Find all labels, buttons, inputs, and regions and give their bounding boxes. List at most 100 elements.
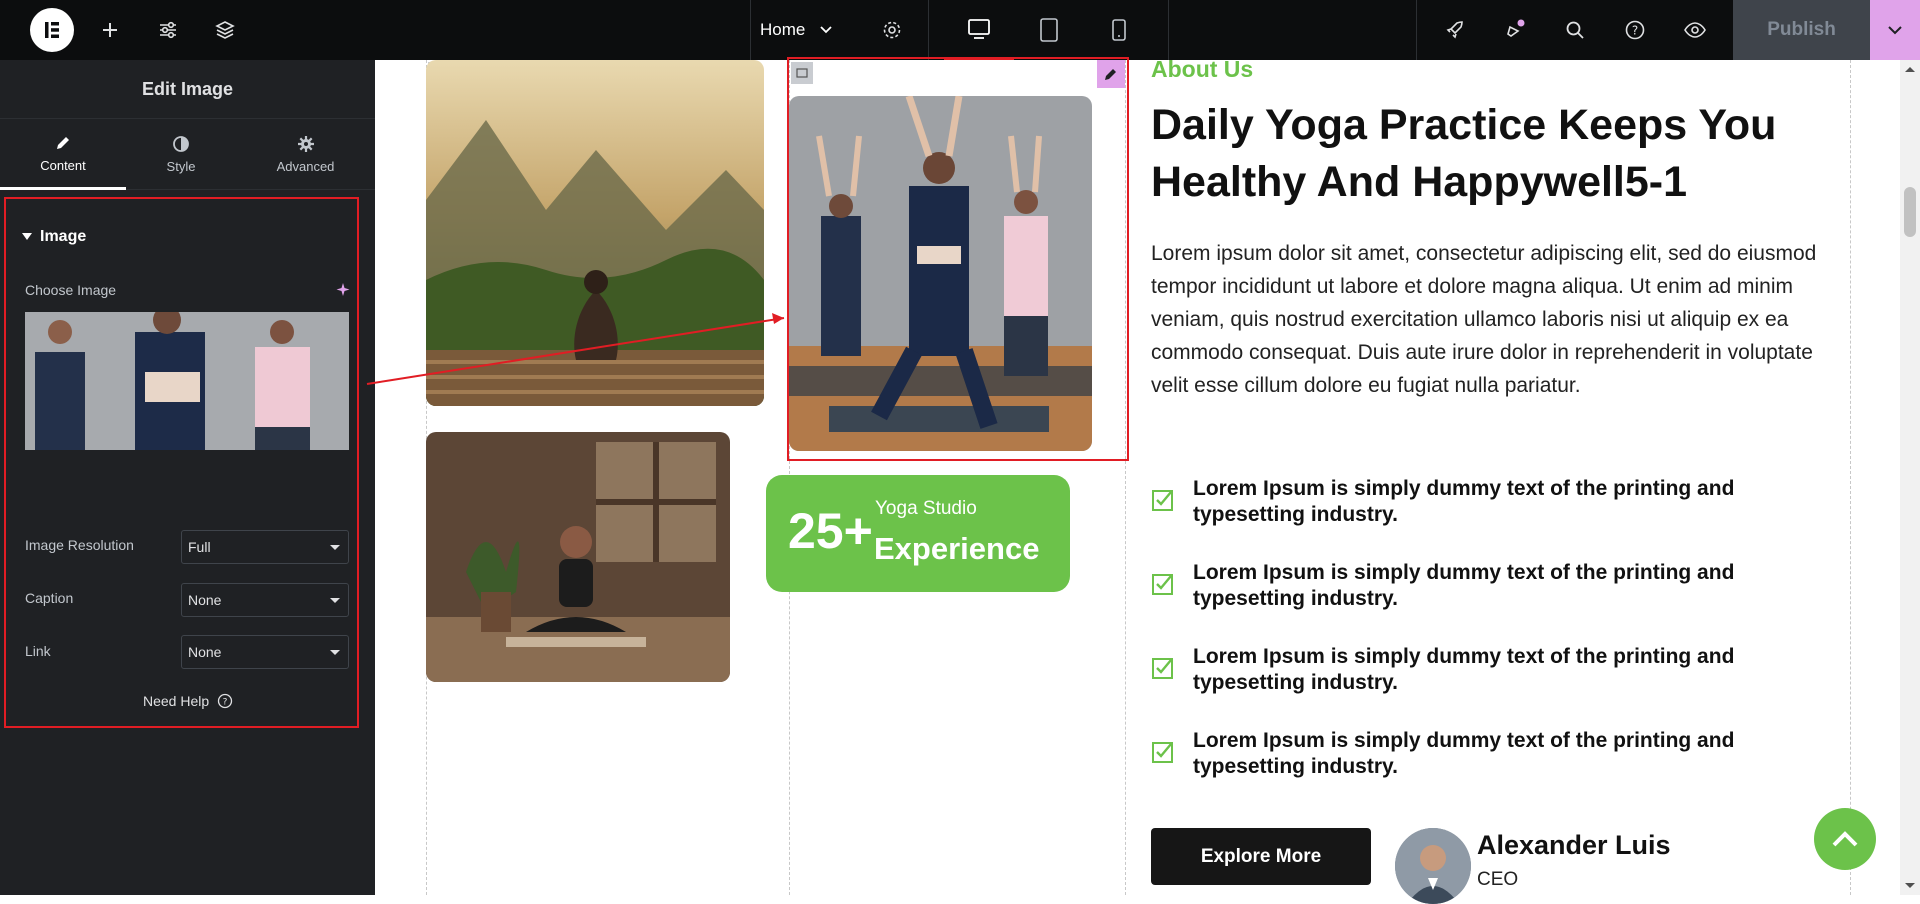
link-label: Link bbox=[25, 643, 51, 659]
checkbox-icon bbox=[1152, 658, 1173, 679]
section-title: Image bbox=[40, 228, 87, 245]
list-item: Lorem Ipsum is simply dummy text of the … bbox=[1151, 560, 1851, 612]
help-button[interactable]: ? bbox=[1615, 10, 1655, 50]
explore-more-button[interactable]: Explore More bbox=[1151, 828, 1371, 885]
tab-label: Content bbox=[40, 157, 86, 173]
tab-advanced[interactable]: Advanced bbox=[236, 119, 375, 190]
chevron-up-icon bbox=[1832, 831, 1858, 847]
page-selector[interactable]: Home bbox=[760, 10, 880, 50]
publish-button[interactable]: Publish bbox=[1733, 0, 1870, 60]
experience-badge: 25+ Yoga Studio Experience bbox=[766, 475, 1070, 592]
structure-button[interactable] bbox=[205, 10, 245, 50]
elementor-logo-icon[interactable] bbox=[30, 8, 74, 52]
avatar bbox=[1395, 828, 1471, 904]
page-name: Home bbox=[760, 20, 806, 39]
checkbox-icon bbox=[1152, 490, 1173, 511]
caption-label: Caption bbox=[25, 590, 74, 606]
page-settings-button[interactable] bbox=[872, 10, 912, 50]
publish-options-button[interactable] bbox=[1870, 0, 1920, 60]
about-label: About Us bbox=[1151, 56, 1254, 82]
divider bbox=[1168, 0, 1169, 60]
page-settings-icon bbox=[883, 21, 901, 39]
divider bbox=[1416, 0, 1417, 60]
finder-button[interactable] bbox=[1555, 10, 1595, 50]
caret-down-icon bbox=[330, 650, 340, 655]
chevron-down-icon bbox=[1888, 26, 1902, 35]
editor-topbar: Home ? Publish bbox=[0, 0, 1920, 60]
checkbox-icon bbox=[1152, 742, 1173, 763]
tablet-view-button[interactable] bbox=[1014, 0, 1084, 60]
svg-text:?: ? bbox=[223, 698, 228, 708]
list-item-text: Lorem Ipsum is simply dummy text of the … bbox=[1193, 561, 1735, 610]
caret-down-icon bbox=[22, 233, 32, 240]
need-help-link[interactable]: Need Help ? bbox=[143, 693, 233, 709]
svg-text:?: ? bbox=[1632, 24, 1638, 38]
image-resolution-label: Image Resolution bbox=[25, 537, 134, 553]
pencil-icon bbox=[1105, 69, 1116, 80]
settings-sliders-icon bbox=[160, 21, 176, 39]
intro-paragraph: Lorem ipsum dolor sit amet, consectetur … bbox=[1151, 242, 1817, 397]
scroll-down-arrow-icon bbox=[1905, 883, 1915, 888]
list-item-text: Lorem Ipsum is simply dummy text of the … bbox=[1193, 729, 1735, 778]
edit-widget-button[interactable] bbox=[1097, 60, 1125, 88]
site-settings-button[interactable] bbox=[148, 10, 188, 50]
mountain-yoga-image[interactable] bbox=[426, 60, 764, 406]
person-name: Alexander Luis bbox=[1477, 830, 1671, 860]
tab-content[interactable]: Content bbox=[0, 119, 126, 190]
search-icon bbox=[1566, 21, 1584, 39]
checkbox-icon bbox=[1152, 574, 1173, 595]
link-select[interactable]: None bbox=[181, 635, 349, 669]
select-value: None bbox=[188, 644, 222, 660]
list-item-text: Lorem Ipsum is simply dummy text of the … bbox=[1193, 645, 1735, 694]
scroll-up-arrow-icon bbox=[1905, 67, 1915, 72]
select-value: Full bbox=[188, 539, 211, 555]
mobile-view-button[interactable] bbox=[1084, 0, 1154, 60]
scroll-to-top-button[interactable] bbox=[1814, 808, 1876, 870]
mobile-icon bbox=[1112, 19, 1126, 41]
pencil-icon bbox=[57, 136, 69, 149]
list-item-text: Lorem Ipsum is simply dummy text of the … bbox=[1193, 477, 1735, 526]
section-heading: Daily Yoga Practice Keeps You Healthy An… bbox=[1151, 101, 1777, 206]
ai-sparkle-icon[interactable] bbox=[335, 282, 351, 303]
scrollbar-thumb[interactable] bbox=[1904, 187, 1916, 237]
editor-panel: Edit Image Content Style Advanced Image … bbox=[0, 60, 375, 895]
layers-icon bbox=[215, 21, 235, 39]
caption-select[interactable]: None bbox=[181, 583, 349, 617]
preview-button[interactable] bbox=[1675, 10, 1715, 50]
whats-new-button[interactable] bbox=[1495, 10, 1535, 50]
image-resolution-select[interactable]: Full bbox=[181, 530, 349, 564]
add-icon bbox=[103, 23, 117, 37]
list-item: Lorem Ipsum is simply dummy text of the … bbox=[1151, 476, 1851, 528]
tab-label: Advanced bbox=[276, 159, 335, 174]
selected-widget-outline bbox=[787, 57, 1129, 461]
tablet-icon bbox=[1040, 18, 1058, 42]
launchpad-button[interactable] bbox=[1435, 10, 1475, 50]
contrast-icon bbox=[173, 136, 189, 152]
preview-eye-icon bbox=[1684, 22, 1706, 38]
desktop-view-button[interactable] bbox=[944, 0, 1014, 60]
rocket-icon bbox=[1446, 21, 1463, 39]
badge-line1: Yoga Studio bbox=[875, 498, 977, 519]
add-element-button[interactable] bbox=[90, 10, 130, 50]
tab-style[interactable]: Style bbox=[126, 119, 236, 190]
tab-label: Style bbox=[166, 159, 196, 174]
list-item: Lorem Ipsum is simply dummy text of the … bbox=[1151, 728, 1851, 780]
caret-down-icon bbox=[330, 598, 340, 603]
gear-icon bbox=[297, 136, 314, 152]
section-image-toggle[interactable]: Image bbox=[22, 228, 86, 246]
help-icon: ? bbox=[218, 693, 233, 709]
canvas-scrollbar[interactable] bbox=[1900, 60, 1920, 895]
desktop-icon bbox=[968, 18, 990, 39]
panel-tabs: Content Style Advanced bbox=[0, 119, 375, 190]
caret-down-icon bbox=[330, 545, 340, 550]
choose-image-label: Choose Image bbox=[25, 282, 117, 298]
image-chooser-thumbnail[interactable] bbox=[25, 312, 349, 450]
notifications-icon bbox=[1507, 19, 1525, 37]
divider bbox=[928, 0, 929, 60]
meditation-room-image[interactable] bbox=[426, 432, 730, 682]
chevron-down-icon bbox=[820, 26, 832, 34]
list-item: Lorem Ipsum is simply dummy text of the … bbox=[1151, 644, 1851, 696]
person-role: CEO bbox=[1477, 869, 1519, 890]
divider bbox=[750, 0, 751, 60]
need-help-label: Need Help bbox=[143, 693, 210, 709]
